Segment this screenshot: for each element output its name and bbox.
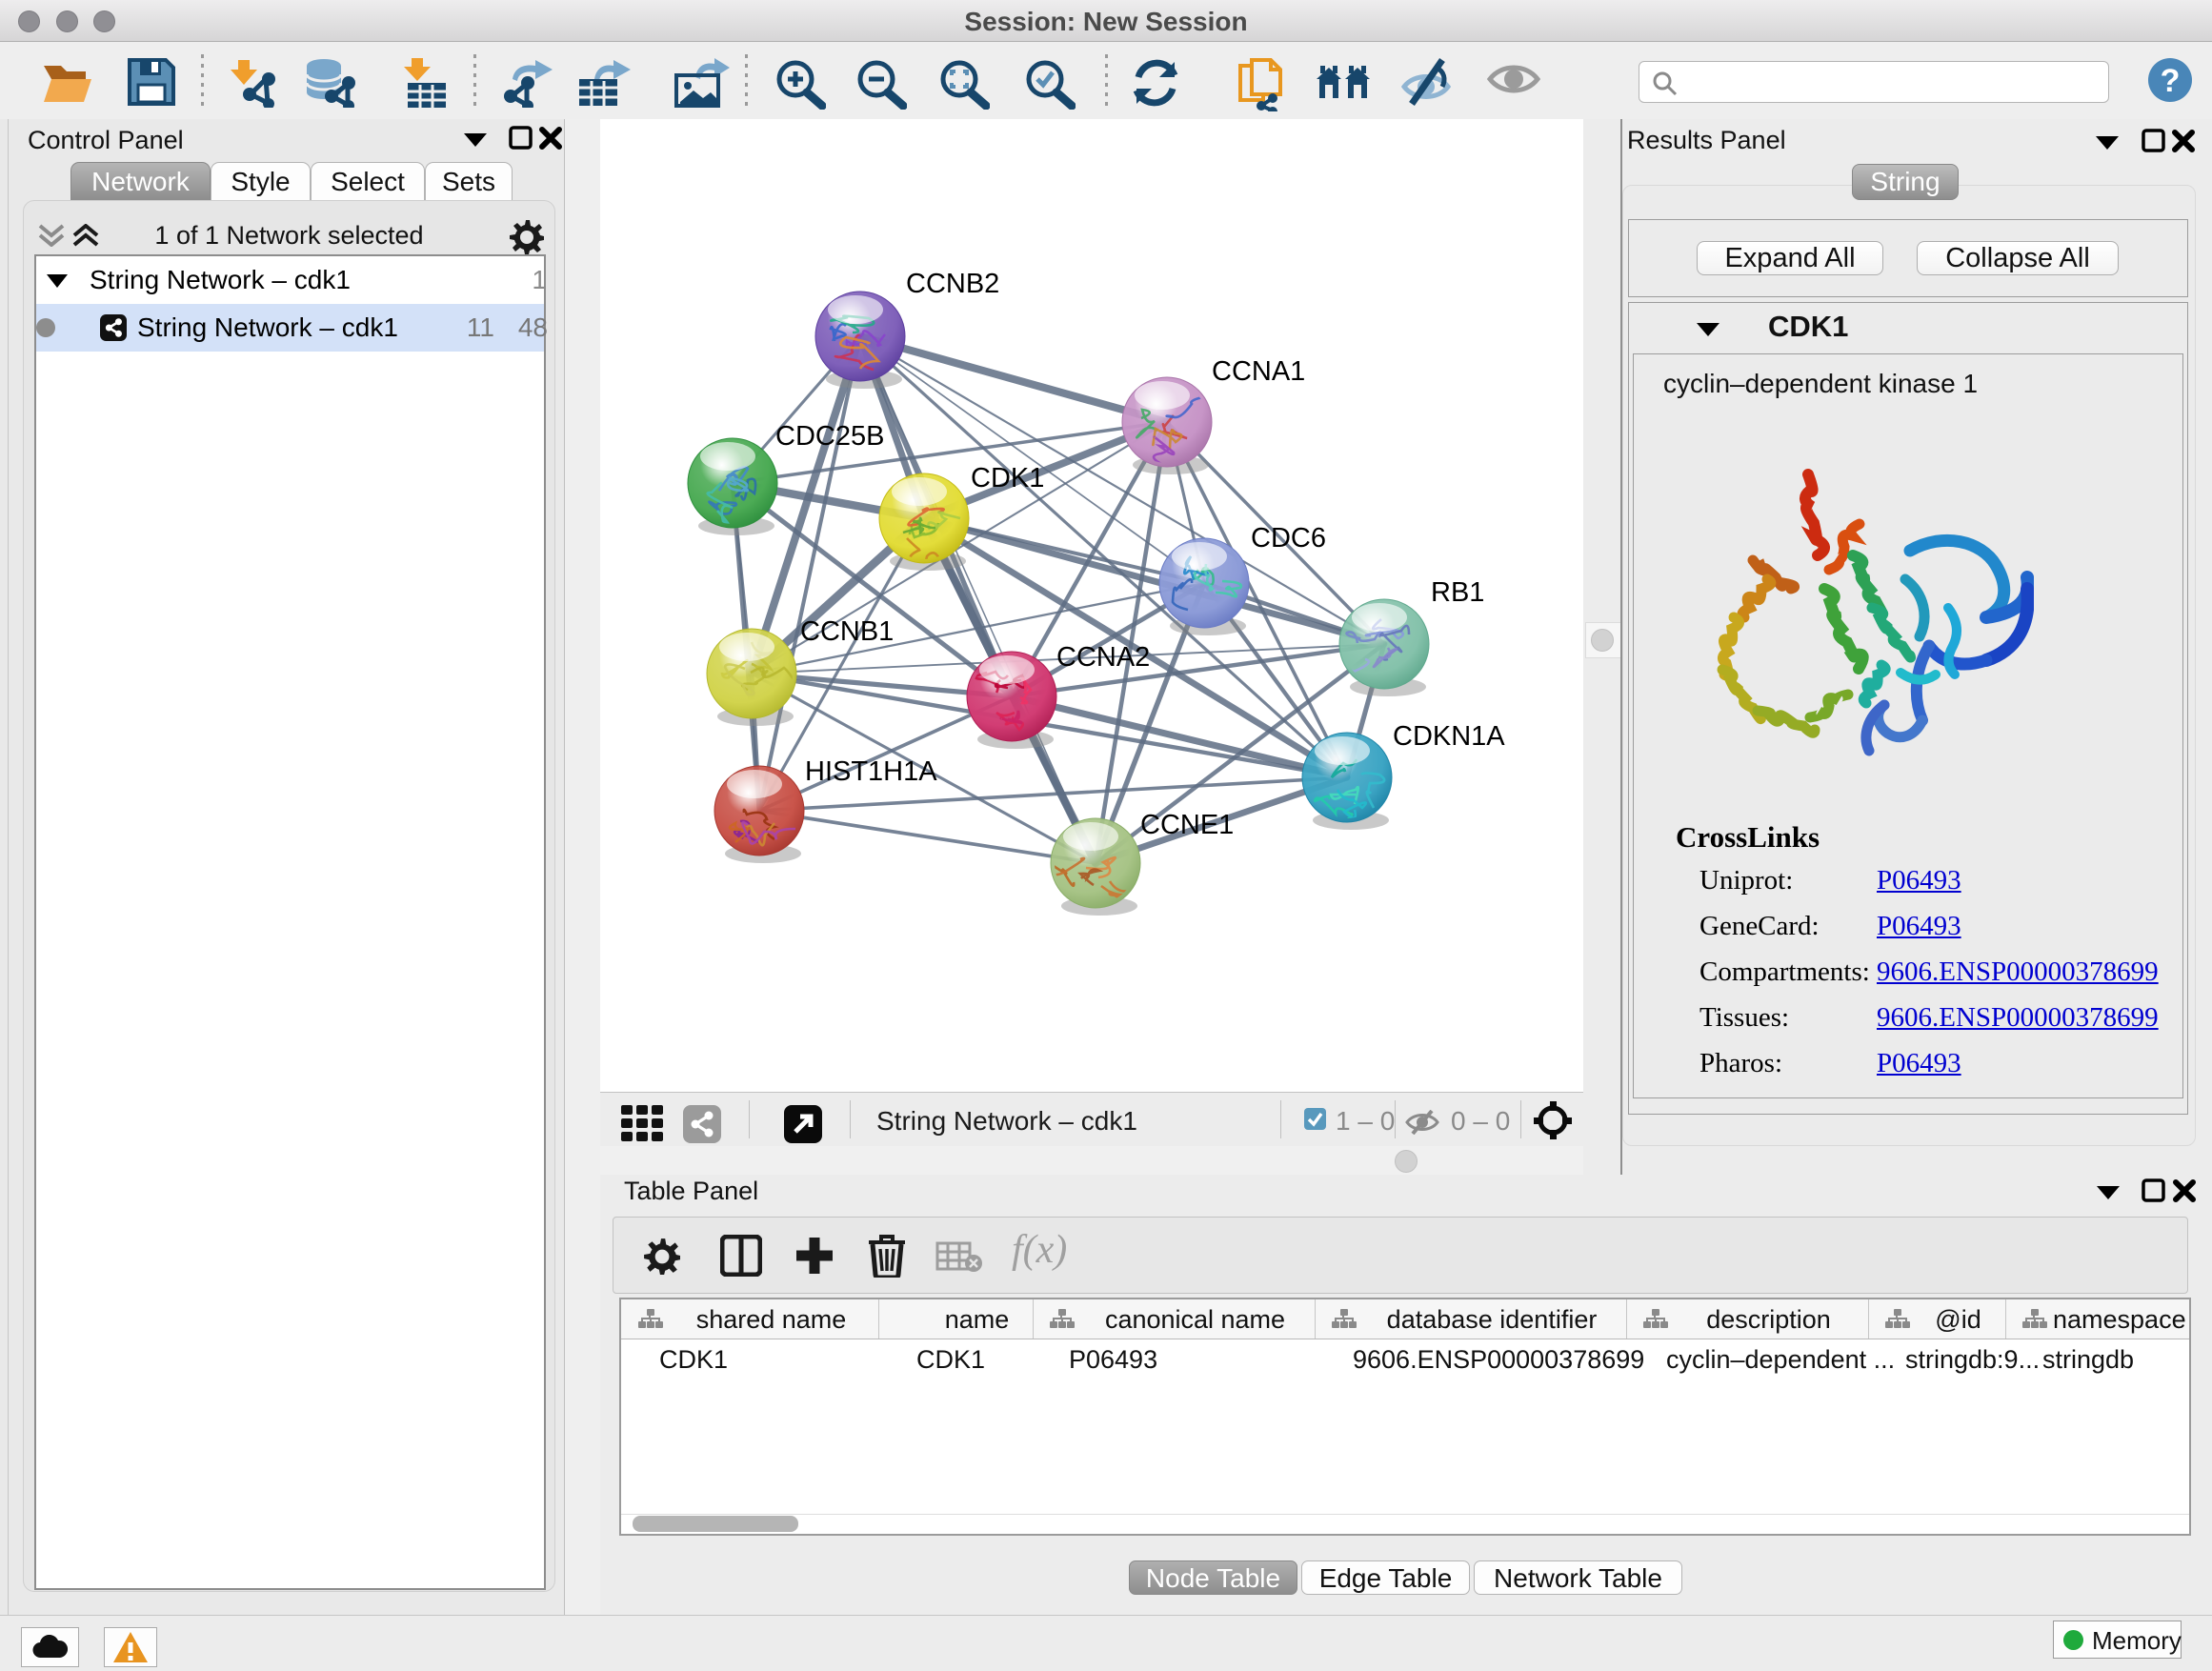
svg-text:CDKN1A: CDKN1A [1393,721,1505,752]
svg-text:CDC6: CDC6 [1251,523,1326,554]
svg-text:CDK1: CDK1 [971,463,1044,493]
svg-text:CCNB1: CCNB1 [800,616,894,647]
svg-text:CDC25B: CDC25B [775,421,884,452]
svg-text:CCNA1: CCNA1 [1212,356,1305,387]
svg-text:CCNA2: CCNA2 [1056,642,1150,673]
svg-text:CCNB2: CCNB2 [906,269,999,299]
svg-text:?: ? [2161,63,2181,99]
svg-text:RB1: RB1 [1431,577,1484,608]
svg-text:HIST1H1A: HIST1H1A [805,756,937,787]
svg-text:CCNE1: CCNE1 [1140,810,1234,840]
